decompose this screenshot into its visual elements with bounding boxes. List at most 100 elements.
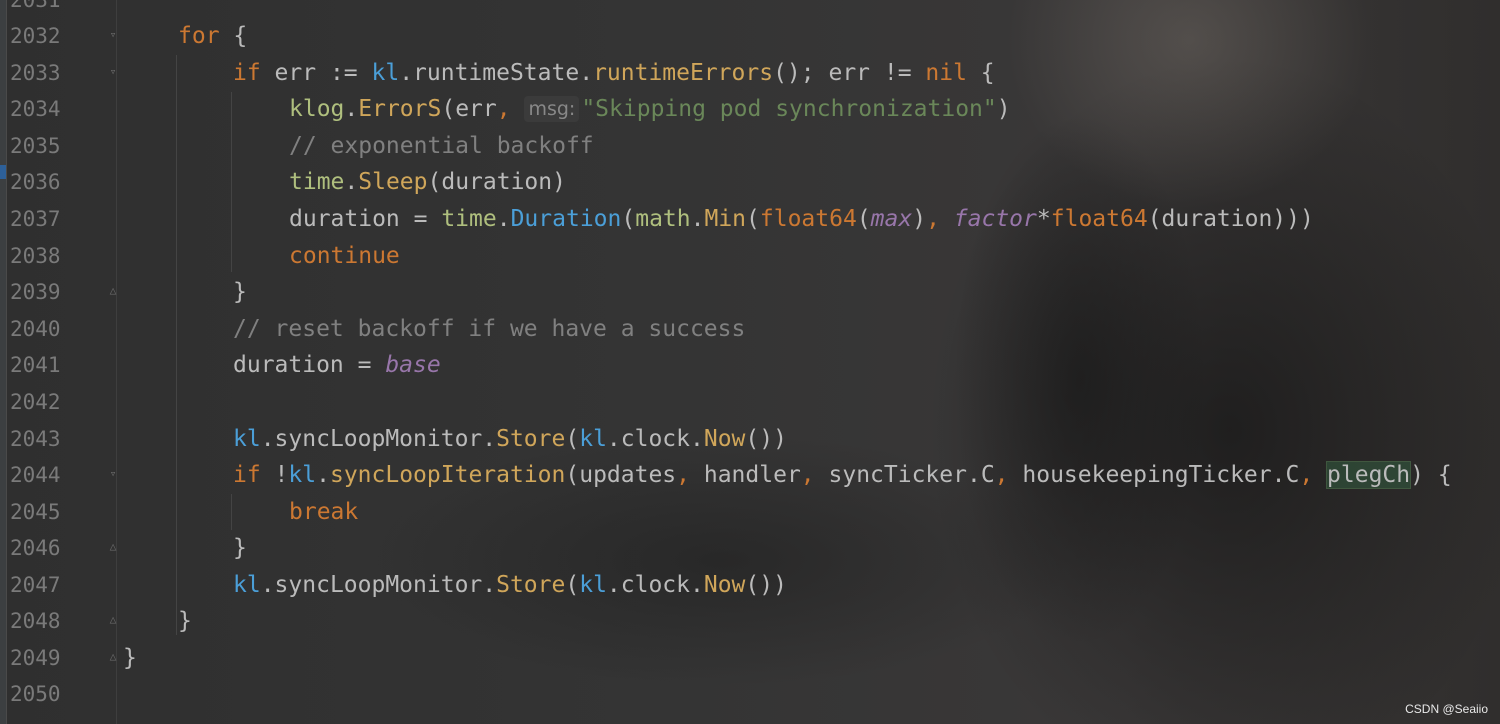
- method-token: Now: [703, 426, 746, 452]
- fold-close-icon[interactable]: △: [107, 541, 119, 553]
- code-token: .: [344, 96, 359, 122]
- code-token: (: [565, 426, 580, 452]
- fold-open-icon[interactable]: ▿: [107, 29, 119, 41]
- code-token: .: [344, 169, 359, 195]
- code-line-2037[interactable]: 2037 duration = time.Duration(math.Min(f…: [0, 201, 1500, 237]
- fold-close-icon[interactable]: △: [107, 285, 119, 297]
- code-line-2047[interactable]: 2047 kl.syncLoopMonitor.Store(kl.clock.N…: [0, 567, 1500, 603]
- code-line-2033[interactable]: 2033 ▿ if err := kl.runtimeState.runtime…: [0, 55, 1500, 91]
- line-number: 2040: [10, 317, 61, 341]
- code-token: ): [996, 96, 1011, 122]
- code-token: ,: [994, 462, 1009, 488]
- line-number: 2042: [10, 390, 61, 414]
- code-text: kl.syncLoopMonitor.Store(kl.clock.Now()): [233, 567, 787, 603]
- code-token: *: [1036, 206, 1051, 232]
- code-line-2038[interactable]: 2038 continue: [0, 238, 1500, 274]
- line-number: 2046: [10, 536, 61, 560]
- code-token: .clock.: [606, 572, 704, 598]
- code-text: klog.ErrorS(err, msg: "Skipping pod synch…: [289, 91, 1011, 127]
- code-line-2034[interactable]: 2034 klog.ErrorS(err, msg: "Skipping pod …: [0, 91, 1500, 127]
- code-token: (); err !=: [773, 60, 926, 86]
- code-line-2050[interactable]: 2050: [0, 676, 1500, 712]
- fold-close-icon[interactable]: △: [107, 651, 119, 663]
- code-line-2049[interactable]: 2049 △ }: [0, 640, 1500, 676]
- receiver-token: kl: [233, 426, 261, 452]
- code-editor[interactable]: 2031 2032 ▿ for { 2033 ▿ if err := kl.ru…: [0, 0, 1500, 724]
- code-text: }: [123, 645, 137, 671]
- code-line-2041[interactable]: 2041 duration = base: [0, 347, 1500, 383]
- constant-token: max: [870, 206, 913, 232]
- code-line-2046[interactable]: 2046 △ }: [0, 530, 1500, 566]
- code-line-2042[interactable]: 2042: [0, 384, 1500, 420]
- highlighted-identifier[interactable]: plegCh: [1326, 461, 1412, 489]
- code-token: ,: [676, 462, 691, 488]
- keyword-nil: nil: [925, 60, 967, 86]
- code-line-2044[interactable]: 2044 ▿ if !kl.syncLoopIteration(updates,…: [0, 457, 1500, 493]
- keyword-for: for: [178, 23, 220, 49]
- code-line-2043[interactable]: 2043 kl.syncLoopMonitor.Store(kl.clock.N…: [0, 421, 1500, 457]
- receiver-token: kl: [579, 572, 607, 598]
- code-line-2039[interactable]: 2039 △ }: [0, 274, 1500, 310]
- line-number: 2043: [10, 427, 61, 451]
- receiver-token: kl: [233, 572, 261, 598]
- code-line-2035[interactable]: 2035 // exponential backoff: [0, 128, 1500, 164]
- code-token: !: [260, 462, 289, 488]
- code-line-2048[interactable]: 2048 △ }: [0, 603, 1500, 639]
- code-token: (: [856, 206, 871, 232]
- code-token: .: [316, 462, 330, 488]
- code-token: ()): [745, 572, 787, 598]
- code-token: (: [565, 572, 580, 598]
- constant-token: base: [385, 352, 441, 378]
- type-token: Duration: [510, 206, 622, 232]
- method-token: syncLoopIteration: [329, 462, 566, 488]
- line-number: 2048: [10, 609, 61, 633]
- code-token: (: [621, 206, 636, 232]
- line-number: 2044: [10, 463, 61, 487]
- keyword-break: break: [289, 499, 359, 525]
- code-token: .: [496, 206, 511, 232]
- package-token: time: [289, 169, 345, 195]
- function-token: Min: [704, 206, 747, 232]
- package-token: klog: [289, 96, 345, 122]
- code-token: .syncLoopMonitor.: [260, 426, 497, 452]
- code-token: syncTicker.C: [814, 462, 995, 488]
- code-line-2040[interactable]: 2040 // reset backoff if we have a succe…: [0, 311, 1500, 347]
- fold-close-icon[interactable]: △: [107, 614, 119, 626]
- code-token: ) {: [1410, 462, 1452, 488]
- code-line-2032[interactable]: 2032 ▿ for {: [0, 18, 1500, 54]
- code-token: (: [746, 206, 760, 232]
- code-text: duration = time.Duration(math.Min(float6…: [289, 201, 1314, 237]
- keyword-if: if: [233, 462, 261, 488]
- constant-token: factor: [953, 206, 1037, 232]
- receiver-token: kl: [371, 60, 400, 86]
- fold-open-icon[interactable]: ▿: [107, 66, 119, 78]
- line-number: 2031: [10, 0, 61, 12]
- code-line-partial-top: 2031: [0, 0, 1500, 18]
- code-text: }: [233, 279, 247, 305]
- line-number: 2034: [10, 97, 61, 121]
- line-number: 2032: [10, 24, 61, 48]
- comment: // exponential backoff: [289, 133, 594, 159]
- code-token: duration =: [289, 206, 442, 232]
- keyword-if: if: [233, 60, 261, 86]
- code-text: time.Sleep(duration): [289, 164, 566, 200]
- code-token: housekeepingTicker.C: [1008, 462, 1300, 488]
- code-token: handler: [690, 462, 801, 488]
- code-token: (duration): [427, 169, 566, 195]
- code-line-2036[interactable]: 2036 time.Sleep(duration): [0, 164, 1500, 200]
- method-token: Store: [496, 426, 566, 452]
- code-token: {: [966, 60, 995, 86]
- line-number: 2039: [10, 280, 61, 304]
- code-token: {: [219, 23, 248, 49]
- package-token: math: [635, 206, 691, 232]
- code-line-2045[interactable]: 2045 break: [0, 494, 1500, 530]
- line-number: 2045: [10, 500, 61, 524]
- code-token: err :=: [260, 60, 372, 86]
- code-token: .: [690, 206, 705, 232]
- line-number: 2050: [10, 682, 61, 706]
- fold-open-icon[interactable]: ▿: [107, 468, 119, 480]
- code-text: if !kl.syncLoopIteration(updates, handle…: [233, 457, 1452, 493]
- function-token: Sleep: [358, 169, 428, 195]
- line-number: 2038: [10, 244, 61, 268]
